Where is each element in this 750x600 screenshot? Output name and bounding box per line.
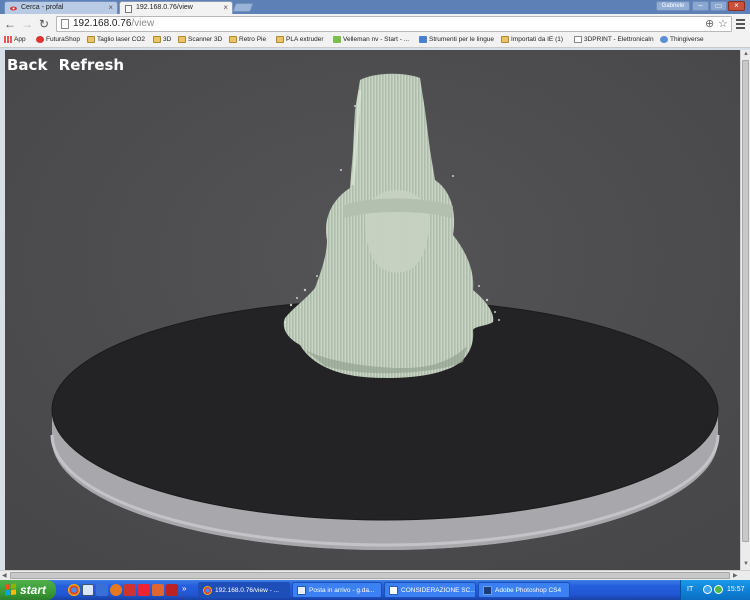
app-red-icon[interactable] — [138, 584, 150, 596]
browser-toolbar: ← → ↻ 192.168.0.76/view ⊕ ☆ — [0, 14, 750, 34]
scroll-up-icon[interactable]: ▲ — [743, 51, 749, 57]
thingiverse-icon — [660, 36, 668, 43]
tab-title: 192.168.0.76/view — [136, 4, 193, 11]
profile-button[interactable]: Gabriele — [656, 1, 690, 11]
system-tray: IT 15:57 — [680, 580, 750, 600]
maximize-icon[interactable]: ▭ — [710, 1, 727, 11]
scroll-right-icon[interactable]: ▶ — [733, 572, 738, 579]
bookmark-thingiverse[interactable]: Thingiverse — [660, 36, 704, 43]
new-tab-button[interactable] — [232, 3, 254, 12]
scroll-down-icon[interactable]: ▼ — [743, 561, 749, 567]
task-chrome[interactable]: 192.168.0.76/view - ... — [198, 582, 290, 598]
network-icon[interactable] — [703, 585, 712, 594]
firefox-icon[interactable] — [110, 584, 122, 596]
bookmark-3dprint[interactable]: 3DPRINT - ElettronicaIn — [574, 36, 654, 43]
chrome-icon — [203, 586, 212, 595]
page-info-icon[interactable] — [61, 19, 69, 29]
task-photoshop[interactable]: Adobe Photoshop CS4 — [478, 582, 570, 598]
folder-icon — [153, 36, 161, 43]
vertical-scrollbar[interactable]: ▲ ▼ — [740, 50, 750, 570]
security-icon[interactable] — [714, 585, 723, 594]
minimize-icon[interactable]: – — [692, 1, 709, 11]
velleman-icon — [333, 36, 341, 43]
back-arrow-icon[interactable]: ← — [3, 17, 17, 31]
vertical-scroll-thumb[interactable] — [742, 60, 749, 542]
expand-quicklaunch-icon[interactable]: » — [182, 584, 190, 596]
tab-cerca[interactable]: Cerca - profal × — [4, 1, 118, 14]
red-eye-icon — [10, 5, 17, 12]
folder-icon — [276, 36, 284, 43]
3d-viewer-canvas[interactable]: Back Refresh — [5, 50, 740, 570]
3d-scene[interactable] — [5, 50, 740, 570]
red-eye-icon — [36, 36, 44, 43]
horizontal-scrollbar[interactable]: ◀ ▶ — [0, 570, 750, 580]
task-outlook[interactable]: Posta in arrivo - g.da... — [292, 582, 382, 598]
outlook-icon — [297, 586, 306, 595]
page-icon — [125, 5, 132, 13]
folder-icon — [229, 36, 237, 43]
bookmark-star-icon[interactable]: ☆ — [718, 17, 728, 30]
ie-icon[interactable] — [96, 584, 108, 596]
bookmark-velleman[interactable]: Velleman nv - Start - ... — [333, 36, 409, 43]
bookmark-app[interactable]: App — [4, 36, 26, 43]
photoshop-icon — [483, 586, 492, 595]
forward-arrow-icon[interactable]: → — [20, 17, 34, 31]
reload-icon[interactable]: ↻ — [37, 17, 51, 31]
start-button[interactable]: start — [0, 580, 56, 600]
word-icon — [389, 586, 398, 595]
clock[interactable]: 15:57 — [727, 586, 745, 593]
address-bar[interactable]: 192.168.0.76/view ⊕ ☆ — [56, 16, 732, 32]
chrome-icon[interactable] — [68, 584, 80, 596]
horizontal-scroll-thumb[interactable] — [10, 572, 730, 579]
folder-icon — [87, 36, 95, 43]
tab-title: Cerca - profal — [21, 4, 64, 11]
zoom-icon[interactable]: ⊕ — [705, 17, 714, 30]
folder-icon — [501, 36, 509, 43]
desktop-icon[interactable] — [82, 584, 94, 596]
tab-view[interactable]: 192.168.0.76/view × — [119, 1, 233, 14]
app-dark-red-icon[interactable] — [166, 584, 178, 596]
close-tab-icon[interactable]: × — [223, 3, 228, 12]
bookmark-strumenti-lingue[interactable]: Strumenti per le lingue — [419, 36, 494, 43]
task-word[interactable]: CONSIDERAZIONE SC... — [384, 582, 476, 598]
tab-strip: Cerca - profal × 192.168.0.76/view × Gab… — [0, 0, 750, 14]
app-orange-icon[interactable] — [152, 584, 164, 596]
folder-icon — [178, 36, 186, 43]
url-text: 192.168.0.76/view — [73, 18, 155, 29]
page-icon — [574, 36, 582, 43]
windows-logo-icon — [5, 583, 16, 596]
close-tab-icon[interactable]: × — [108, 3, 113, 12]
language-indicator[interactable]: IT — [687, 586, 693, 593]
bookmark-3d[interactable]: 3D — [153, 36, 171, 43]
bookmark-importati-ie[interactable]: Importati da IE (1) — [501, 36, 563, 43]
bookmarks-bar: App FuturaShop Taglio laser CO2 3D Scann… — [0, 34, 750, 48]
acrobat-icon[interactable] — [124, 584, 136, 596]
refresh-link[interactable]: Refresh — [59, 56, 124, 74]
apps-grid-icon — [4, 36, 12, 43]
bookmark-taglio-laser[interactable]: Taglio laser CO2 — [87, 36, 145, 43]
chrome-menu-icon[interactable] — [736, 17, 746, 31]
translate-icon — [419, 36, 427, 43]
scroll-left-icon[interactable]: ◀ — [2, 572, 7, 579]
bookmark-retro-pie[interactable]: Retro Pie — [229, 36, 266, 43]
bookmark-scanner-3d[interactable]: Scanner 3D — [178, 36, 222, 43]
bookmark-pla-extruder[interactable]: PLA extruder — [276, 36, 324, 43]
viewer-nav: Back Refresh — [7, 56, 130, 74]
back-link[interactable]: Back — [7, 56, 47, 74]
close-window-icon[interactable]: × — [728, 1, 745, 11]
taskbar: start » 192.168.0.76/view - ... Posta in… — [0, 580, 750, 600]
bookmark-futurashop[interactable]: FuturaShop — [36, 36, 80, 43]
